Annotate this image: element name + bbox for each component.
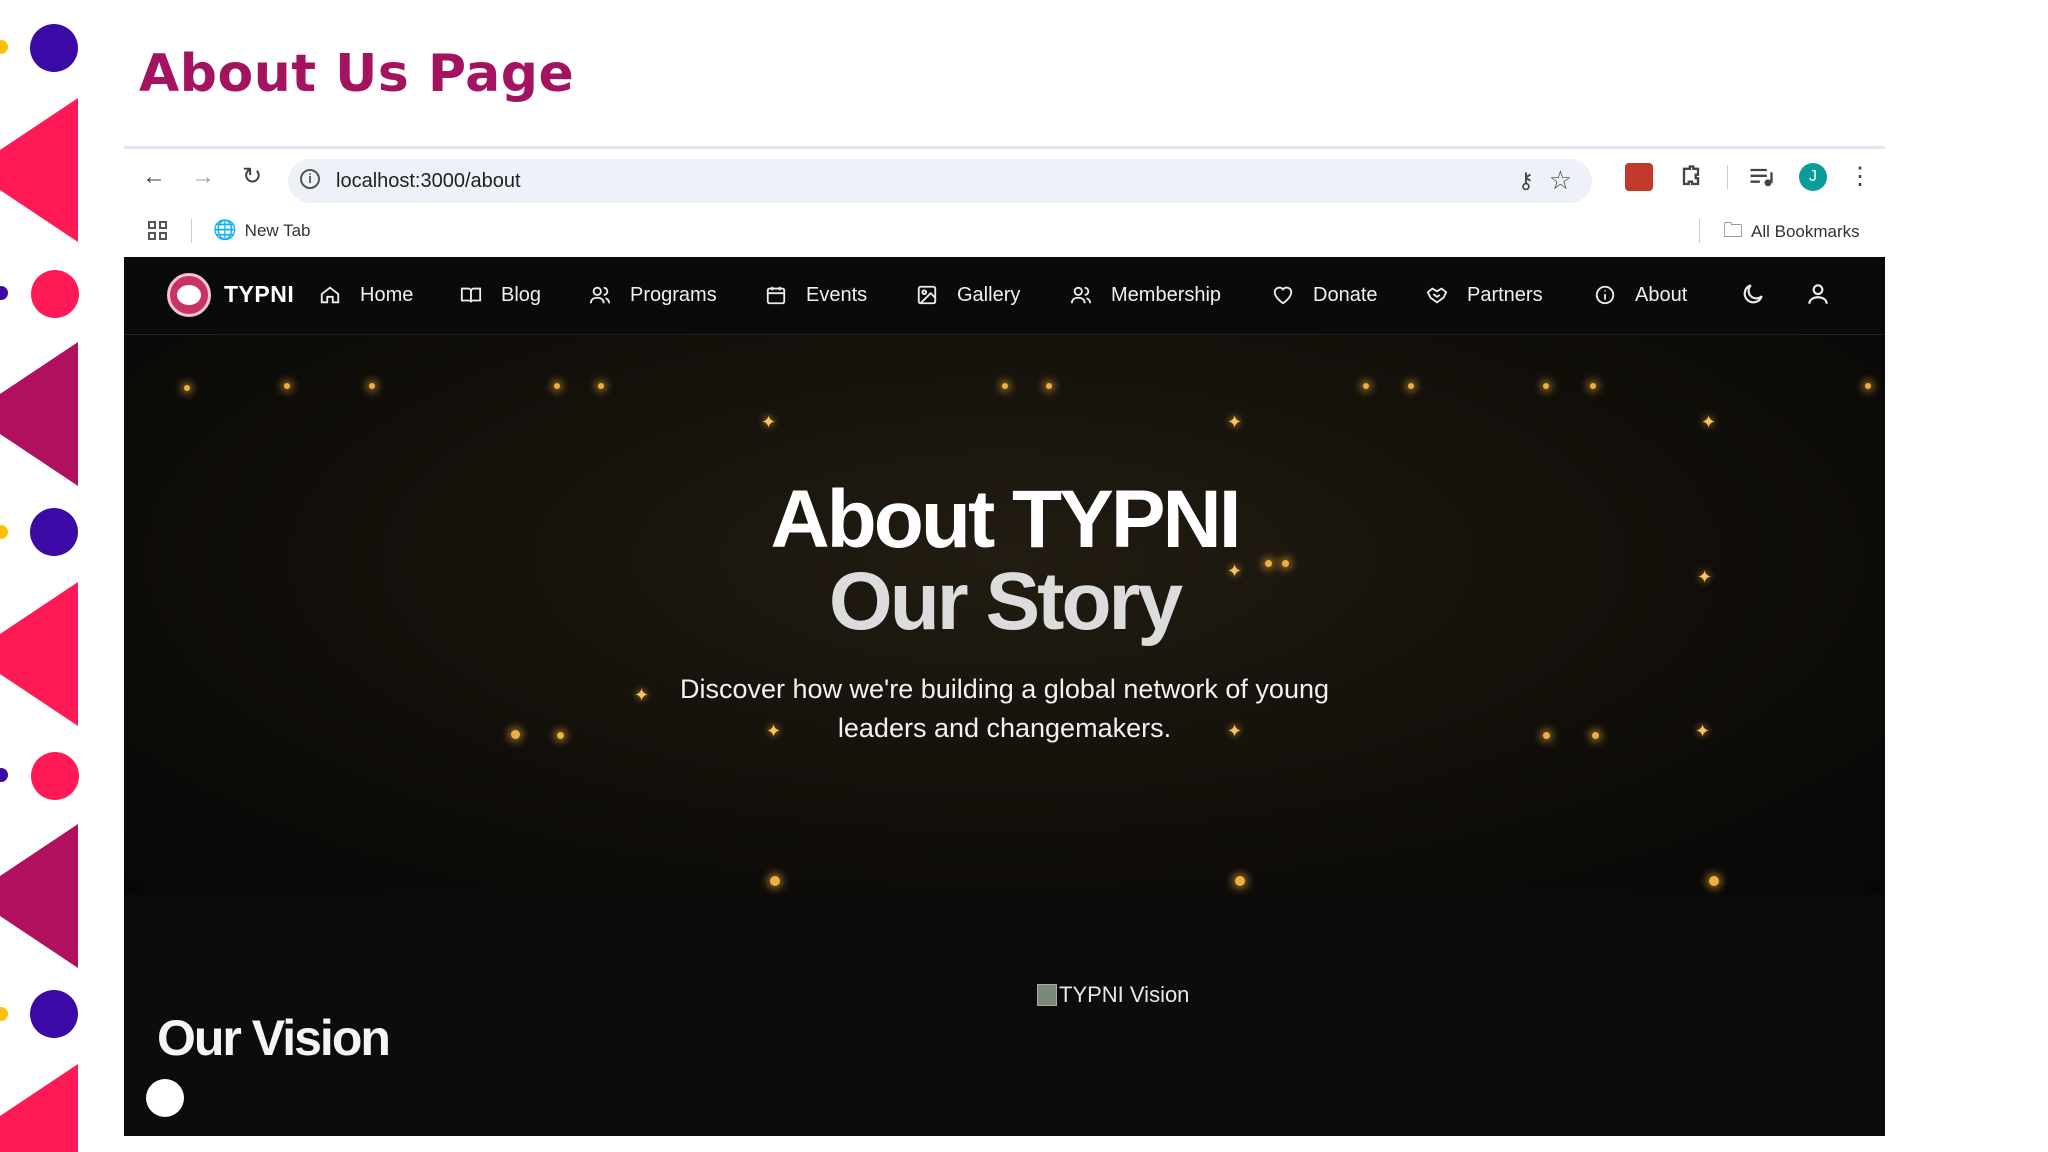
address-bar[interactable]: i localhost:3000/about ⚷ ☆	[288, 159, 1592, 203]
deco-dot	[31, 270, 79, 318]
deco-dot	[30, 24, 78, 72]
deco-triangle	[0, 582, 78, 726]
deco-triangle	[0, 342, 78, 486]
dark-mode-moon-icon[interactable]	[1740, 281, 1766, 307]
hero-title: About TYPNI Our Story	[124, 479, 1885, 643]
deco-dot	[0, 525, 8, 539]
home-icon	[320, 286, 340, 304]
users-icon	[589, 286, 611, 304]
calendar-icon	[766, 286, 786, 305]
nav-events[interactable]: Events	[765, 279, 867, 311]
user-account-icon[interactable]	[1805, 281, 1831, 307]
hero-subtitle-line2: leaders and changemakers.	[837, 713, 1172, 743]
toolbar-separator	[1727, 165, 1728, 189]
vision-image: TYPNI Vision	[1037, 982, 1189, 1008]
nav-partners[interactable]: Partners	[1426, 279, 1543, 311]
bookmarks-bar: 🌐 New Tab 🗀 All Bookmarks	[124, 205, 1885, 257]
bookmarks-separator	[1699, 219, 1700, 243]
nav-about[interactable]: About	[1594, 279, 1687, 311]
heart-icon	[1273, 286, 1293, 305]
bookmarks-separator	[191, 219, 192, 243]
profile-avatar[interactable]: J	[1799, 163, 1827, 191]
brand-name[interactable]: TYPNI	[224, 281, 294, 308]
scroll-indicator[interactable]	[146, 1079, 184, 1117]
sparkle-icon: ✦	[761, 412, 777, 432]
deco-dot	[30, 990, 78, 1038]
browser-toolbar: ← → ↻ i localhost:3000/about ⚷ ☆ J ⋮	[124, 149, 1885, 205]
deco-triangle	[0, 98, 78, 242]
book-icon	[460, 287, 482, 303]
handshake-icon	[1426, 287, 1448, 304]
users-icon	[1070, 286, 1092, 304]
image-icon	[917, 285, 937, 305]
url-text[interactable]: localhost:3000/about	[336, 170, 521, 193]
deco-dot	[0, 1007, 8, 1021]
more-vertical-icon[interactable]: ⋮	[1844, 161, 1876, 193]
all-bookmarks-folder[interactable]: 🗀 All Bookmarks	[1723, 219, 1860, 244]
nav-donate[interactable]: Donate	[1272, 279, 1378, 311]
nav-gallery[interactable]: Gallery	[916, 279, 1020, 311]
forward-arrow-icon[interactable]: →	[187, 161, 219, 193]
deco-dot	[0, 286, 8, 300]
extension-puzzle-app-icon[interactable]	[1625, 163, 1653, 191]
typni-logo[interactable]	[167, 273, 211, 317]
hero-subtitle: Discover how we're building a global net…	[124, 670, 1885, 748]
password-key-icon[interactable]: ⚷	[1518, 168, 1534, 194]
sparkle-icon: ✦	[1227, 412, 1243, 432]
back-arrow-icon[interactable]: ←	[138, 161, 170, 193]
nav-home[interactable]: Home	[319, 279, 413, 311]
browser-window: ← → ↻ i localhost:3000/about ⚷ ☆ J ⋮ 🌐 Ne…	[124, 146, 1885, 1136]
folder-icon: 🗀	[1723, 220, 1743, 242]
deco-dot	[30, 508, 78, 556]
left-decoration	[0, 0, 90, 1152]
extensions-icon[interactable]	[1677, 163, 1705, 191]
globe-icon: 🌐	[213, 220, 237, 241]
deco-triangle	[0, 1064, 78, 1152]
bookmark-star-icon[interactable]: ☆	[1549, 165, 1572, 196]
hero-title-line2: Our Story	[828, 556, 1183, 647]
nav-programs[interactable]: Programs	[589, 279, 717, 311]
sparkle-icon: ✦	[1701, 412, 1717, 432]
page-viewport: TYPNI Home Blog Programs Events Gallery	[124, 257, 1885, 1136]
hero-subtitle-line1: Discover how we're building a global net…	[679, 674, 1329, 704]
hero-title-line1: About TYPNI	[770, 474, 1241, 565]
site-info-icon[interactable]: i	[300, 169, 320, 189]
reload-icon[interactable]: ↻	[236, 161, 268, 193]
deco-dot	[31, 752, 79, 800]
vision-heading: Our Vision	[157, 1010, 391, 1066]
deco-triangle	[0, 824, 78, 968]
nav-membership[interactable]: Membership	[1070, 279, 1221, 311]
site-navbar: TYPNI Home Blog Programs Events Gallery	[124, 257, 1885, 335]
hero-section: ✦ ✦ ✦ ✦ ✦ ✦ ✦ ✦ ✦ About TYPNI Our Story …	[124, 335, 1885, 895]
bookmark-new-tab[interactable]: 🌐 New Tab	[213, 219, 311, 243]
apps-grid-icon[interactable]	[148, 221, 168, 241]
nav-blog[interactable]: Blog	[460, 279, 541, 311]
media-controls-icon[interactable]	[1747, 163, 1775, 191]
deco-dot	[0, 40, 8, 54]
broken-image-icon	[1037, 984, 1057, 1006]
info-icon	[1595, 285, 1615, 305]
deco-dot	[0, 768, 8, 782]
slide-title: About Us Page	[139, 44, 575, 104]
